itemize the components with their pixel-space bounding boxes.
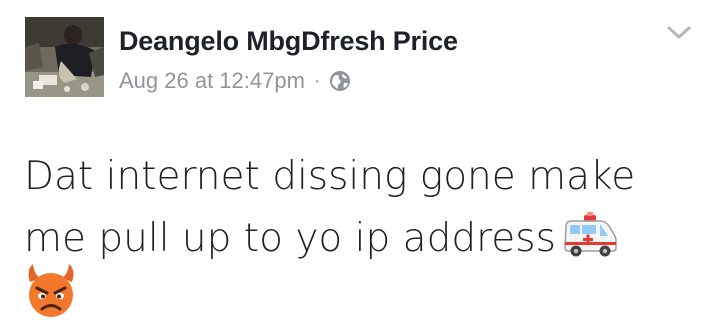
post-text-line-2: me pull up to yo ip address [24, 208, 694, 270]
post-text-line: Dat internet dissing gone make [24, 154, 636, 199]
globe-icon[interactable] [329, 70, 351, 92]
post-body: Dat internet dissing gone make me pull u… [24, 146, 694, 270]
post-timestamp[interactable]: Aug 26 at 12:47pm [119, 68, 305, 94]
author-avatar[interactable] [25, 17, 104, 97]
author-name[interactable]: Deangelo MbgDfresh Price [119, 26, 458, 57]
facebook-post: Deangelo MbgDfresh Price Aug 26 at 12:47… [0, 0, 711, 329]
meta-separator: · [313, 70, 321, 92]
post-text-line: me pull up to yo ip address [24, 216, 556, 261]
chevron-down-icon[interactable] [664, 22, 694, 44]
post-meta: Aug 26 at 12:47pm · [119, 67, 351, 95]
angry-devil-emoji-icon [24, 262, 78, 318]
ambulance-emoji-icon [562, 211, 618, 258]
